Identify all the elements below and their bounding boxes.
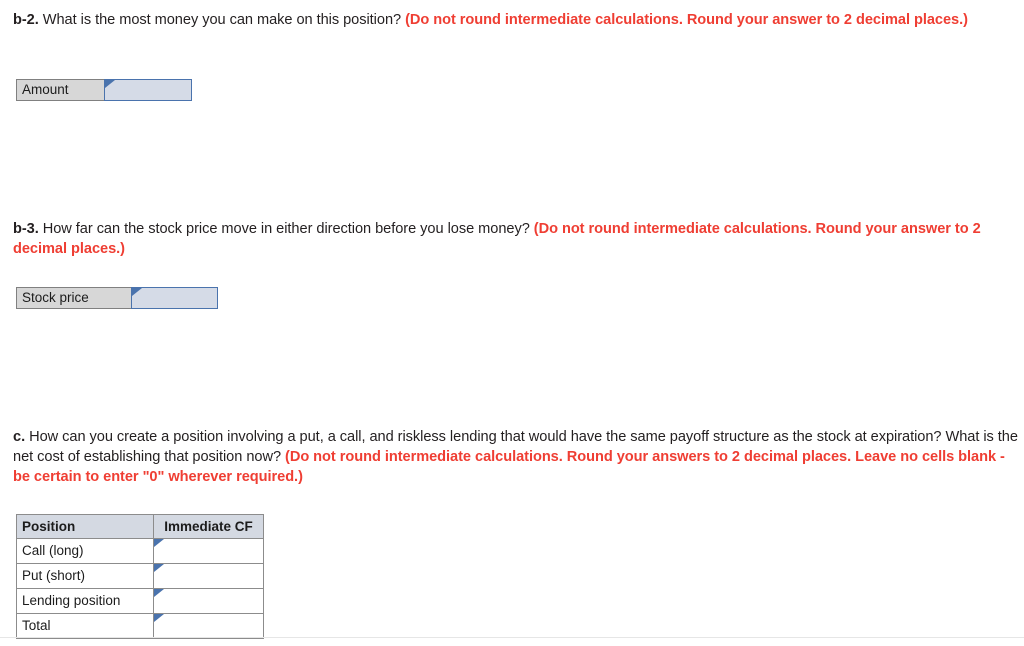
question-b3: b-3. How far can the stock price move in… [13,219,1017,259]
input-total-cf[interactable] [153,613,264,639]
amount-input[interactable] [104,79,192,101]
question-b3-text: How far can the stock price move in eith… [38,221,534,237]
table-row: Lending position [16,588,264,614]
input-lending-position-cf[interactable] [153,588,264,614]
worksheet-page: b-2. What is the most money you can make… [0,0,1024,646]
amount-label: Amount [16,79,104,101]
column-header-immediate-cf: Immediate CF [153,514,264,539]
question-c: c. How can you create a position involvi… [13,427,1022,487]
row-label-call-long: Call (long) [16,538,154,564]
question-b2-label: b-2. [13,12,39,28]
table-row: Call (long) [16,538,264,564]
stock-price-answer-row: Stock price [16,287,218,309]
table-row: Put (short) [16,563,264,589]
question-b2-note: (Do not round intermediate calculations.… [405,12,968,28]
table-row-total: Total [16,613,264,639]
column-header-position: Position [16,514,154,539]
row-label-lending-position: Lending position [16,588,154,614]
question-b3-label: b-3. [13,221,39,237]
question-c-label: c. [13,429,26,445]
question-b2: b-2. What is the most money you can make… [13,10,1017,30]
row-label-total: Total [16,613,154,639]
table-header-row: Position Immediate CF [16,514,264,539]
input-put-short-cf[interactable] [153,563,264,589]
page-bottom-divider [0,637,1024,638]
amount-answer-row: Amount [16,79,192,101]
question-b2-text: What is the most money you can make on t… [38,12,406,28]
stock-price-input[interactable] [131,287,218,309]
position-table: Position Immediate CF Call (long) Put (s… [16,514,264,639]
input-call-long-cf[interactable] [153,538,264,564]
row-label-put-short: Put (short) [16,563,154,589]
stock-price-label: Stock price [16,287,131,309]
